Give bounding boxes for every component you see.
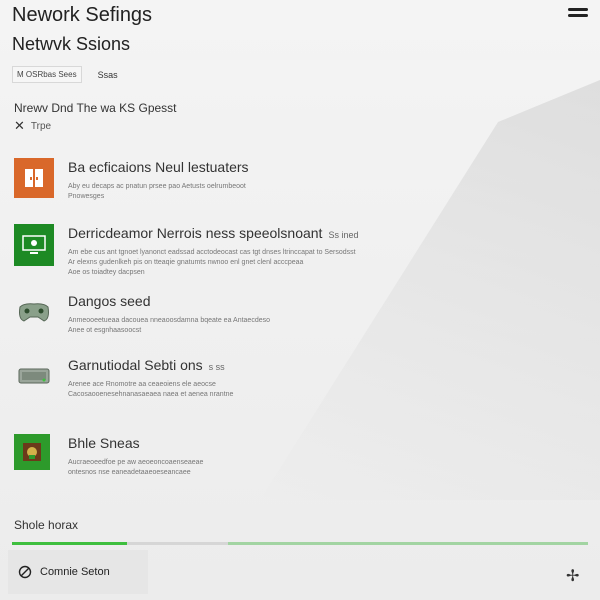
gamepad-icon — [14, 292, 54, 332]
item-desc-line: Anmeooeetueaa dacouea nneaoosdamna bqeat… — [68, 317, 271, 324]
page-subtitle: Netwvk Ssions — [12, 34, 131, 54]
connect-button[interactable]: Comnie Seton — [8, 550, 148, 594]
item-title: Bhle Sneas — [68, 435, 140, 451]
progress-bar — [12, 542, 588, 545]
list-item[interactable]: Bhle Sneas Aucraeoeedfoe pe aw aeoeoncoa… — [14, 434, 454, 478]
expand-icon[interactable]: ✢ — [566, 566, 579, 586]
item-desc-line: Pnowesges — [68, 193, 105, 200]
item-title: Ba ecficaions Neul lestuaters — [68, 159, 249, 175]
list-item[interactable]: Garnutiodal Sebti ons s ss Arenee ace Rno… — [14, 356, 454, 400]
item-title: Derricdeamor Nerrois ness speeolsnoant — [68, 225, 323, 241]
app-title: Nework Sefings — [12, 4, 153, 26]
item-title: Dangos seed — [68, 293, 151, 309]
status-label: Shole horax — [14, 518, 79, 532]
list-item[interactable]: Dangos seed Anmeooeetueaa dacouea nneaoo… — [14, 292, 454, 336]
item-desc-line: ontesnos nse eaneadetaaeoeseancaee — [68, 469, 191, 476]
monitor-icon — [14, 224, 54, 266]
door-icon — [14, 158, 54, 198]
section-title: Nrewv Dnd The wa KS Gpesst — [14, 101, 177, 115]
item-desc-line: Aucraeoeedfoe pe aw aeoeoncoaenseaeae — [68, 459, 204, 466]
tab-secondary[interactable]: Ssas — [94, 67, 122, 83]
types-label: Trpe — [30, 120, 52, 132]
item-desc-line: Aoe os toiadtey dacpsen — [68, 269, 145, 276]
connect-button-label: Comnie Seton — [40, 566, 110, 578]
item-desc-line: Ar elexns gudenlkeh pis on tteaqie gnatu… — [68, 259, 304, 266]
item-tag: Ss ined — [328, 230, 359, 240]
item-desc-line: Am ebe cus ant tgnoet lyanonct eadssad a… — [68, 249, 356, 256]
list-item[interactable]: Ba ecficaions Neul lestuaters Aby eu dec… — [14, 158, 454, 202]
item-desc-line: Aby eu decaps ac pnatun prsee pao Aetust… — [68, 183, 246, 190]
menu-icon[interactable] — [568, 8, 588, 20]
close-icon[interactable]: ✕ — [14, 118, 25, 134]
item-desc-line: Anee ot esgnhaasoocst — [68, 327, 142, 334]
progress-track-highlight — [228, 542, 588, 545]
console-icon — [14, 356, 54, 396]
game-box-icon — [14, 434, 50, 470]
item-title: Garnutiodal Sebti ons — [68, 357, 203, 373]
breadcrumb: M OSRbas Sees Ssas — [12, 66, 122, 83]
progress-fill — [12, 542, 128, 545]
disconnect-icon — [18, 565, 32, 579]
item-tag: s ss — [208, 362, 225, 372]
tab-primary[interactable]: M OSRbas Sees — [12, 66, 82, 83]
item-desc-line: Cacosaooenesehnanasaeaea naea et aenea n… — [68, 391, 234, 398]
types-filter: ✕ Trpe — [14, 118, 51, 134]
list-item[interactable]: Derricdeamor Nerrois ness speeolsnoant Ss… — [14, 224, 454, 278]
item-desc-line: Arenee ace Rnomotre aa ceaeoiens ele aeo… — [68, 381, 216, 388]
